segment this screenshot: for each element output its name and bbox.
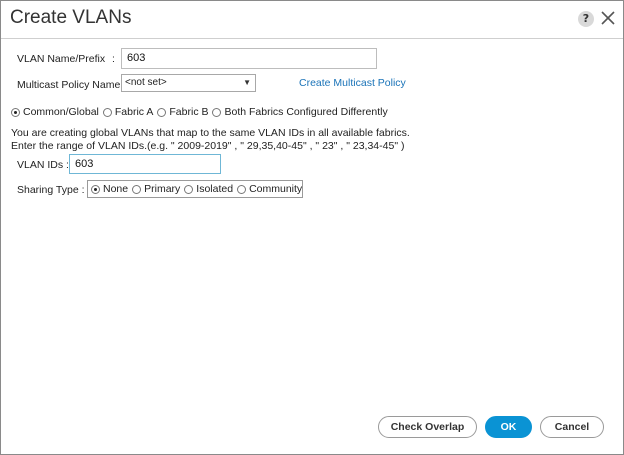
radio-common-global[interactable] (11, 107, 20, 117)
vlan-name-input[interactable]: 603 (121, 48, 377, 69)
multicast-policy-value: <not set> (125, 77, 167, 88)
radio-fabric-a[interactable] (102, 107, 112, 117)
radio-common-global-label: Common/Global (23, 106, 99, 118)
vlan-name-label: VLAN Name/Prefix (17, 53, 106, 65)
close-icon[interactable] (599, 9, 617, 27)
vlan-name-colon: : (112, 53, 115, 65)
info-text-line1: You are creating global VLANs that map t… (11, 127, 410, 139)
radio-fabric-a-label: Fabric A (114, 106, 154, 118)
ok-button[interactable]: OK (485, 416, 532, 438)
vlan-ids-label: VLAN IDs : (17, 159, 69, 171)
create-multicast-policy-link[interactable]: Create Multicast Policy (299, 77, 406, 89)
radio-fabric-b-label: Fabric B (169, 106, 209, 118)
multicast-policy-select[interactable]: <not set> ▼ (121, 74, 256, 92)
help-icon[interactable]: ? (578, 11, 594, 27)
vlan-ids-input[interactable]: 603 (69, 154, 221, 174)
radio-sharing-primary-label: Primary (144, 183, 181, 195)
radio-sharing-primary[interactable] (132, 184, 142, 194)
info-text-line2: Enter the range of VLAN IDs.(e.g. " 2009… (11, 140, 405, 152)
chevron-down-icon: ▼ (243, 78, 251, 87)
cancel-button[interactable]: Cancel (540, 416, 604, 438)
sharing-type-label: Sharing Type : (17, 184, 85, 196)
radio-both-fabrics[interactable] (212, 107, 222, 117)
title-divider (1, 38, 623, 39)
radio-fabric-b[interactable] (157, 107, 167, 117)
sharing-radio-group: None Primary Isolated Community (91, 183, 306, 195)
radio-sharing-none-label: None (103, 183, 129, 195)
dialog-title: Create VLANs (10, 7, 132, 28)
create-vlans-dialog: Create VLANs ? VLAN Name/Prefix : 603 Mu… (0, 0, 624, 455)
radio-sharing-community[interactable] (237, 184, 247, 194)
fabric-radio-group: Common/Global Fabric A Fabric B Both Fab… (11, 106, 392, 118)
radio-sharing-community-label: Community (249, 183, 303, 195)
radio-sharing-isolated-label: Isolated (196, 183, 234, 195)
radio-sharing-none[interactable] (91, 184, 100, 194)
multicast-policy-label: Multicast Policy Name : (17, 79, 127, 91)
check-overlap-button[interactable]: Check Overlap (378, 416, 477, 438)
radio-sharing-isolated[interactable] (184, 184, 194, 194)
radio-both-fabrics-label: Both Fabrics Configured Differently (224, 106, 388, 118)
